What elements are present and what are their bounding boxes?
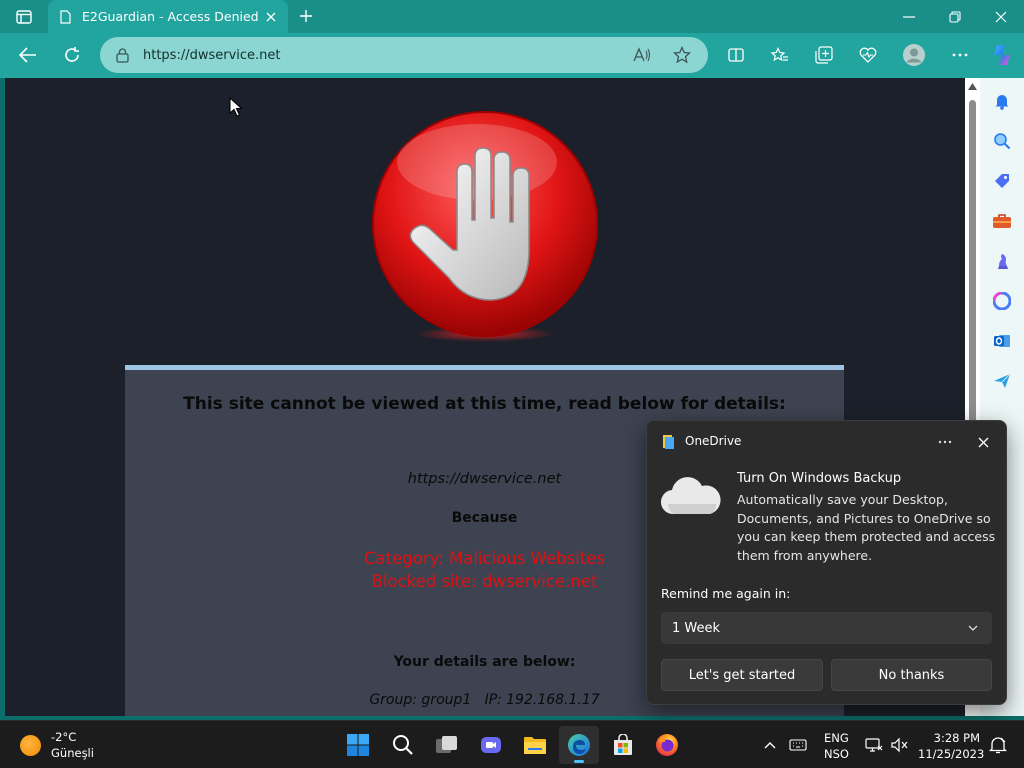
denied-heading: This site cannot be viewed at this time,… [183,394,786,414]
lock-icon[interactable] [116,47,129,63]
toast-close-icon[interactable] [971,431,995,453]
refresh-icon[interactable] [57,40,87,70]
clock-date: 11/25/2023 [918,747,985,761]
onedrive-notification: OneDrive Turn On Windows Backup Automati… [646,420,1007,705]
onedrive-app-icon [663,435,674,449]
weather-description[interactable]: Güneşli [51,746,94,760]
outlook-icon[interactable] [991,330,1013,352]
active-tab[interactable]: E2Guardian - Access Denied [48,0,288,33]
toast-more-icon[interactable] [933,431,957,453]
copilot-icon[interactable] [987,40,1017,70]
weather-temperature[interactable]: -2°C [51,730,76,744]
split-screen-icon[interactable] [721,40,751,70]
input-language[interactable]: ENG NSO [824,730,849,762]
scroll-up-icon[interactable] [968,83,977,90]
chevron-down-icon [968,625,978,631]
chat-meet-icon[interactable] [471,726,511,764]
new-tab-icon[interactable] [294,5,318,27]
toast-title: Turn On Windows Backup [737,471,902,486]
tools-briefcase-icon[interactable] [991,210,1013,232]
back-icon[interactable] [13,40,43,70]
address-bar[interactable]: https://dwservice.net [100,37,708,73]
shopping-tag-icon[interactable] [991,170,1013,192]
active-indicator [574,760,584,763]
notifications-bell-icon[interactable] [991,90,1013,112]
read-aloud-icon[interactable] [632,45,652,65]
language-code: ENG [824,731,849,745]
remind-select[interactable]: 1 Week [661,612,992,644]
favorites-icon[interactable] [765,40,795,70]
notification-center-icon[interactable] [986,731,1010,759]
toast-body: Automatically save your Desktop, Documen… [737,492,996,563]
toast-app-name: OneDrive [685,434,742,448]
mouse-cursor-icon [229,97,243,117]
settings-more-icon[interactable] [945,40,975,70]
stop-hand-icon [372,111,598,342]
send-plane-icon[interactable] [991,370,1013,392]
store-icon[interactable] [603,726,643,764]
taskbar: -2°C Güneşli ENG NSO 3:28 PM 11/25/2023 [0,720,1024,768]
sun-icon[interactable] [20,735,41,756]
edge-browser-icon[interactable] [559,726,599,764]
file-explorer-icon[interactable] [515,726,555,764]
profile-avatar-icon[interactable] [899,40,929,70]
taskbar-search-icon[interactable] [383,726,423,764]
firefox-icon[interactable] [647,726,687,764]
collections-icon[interactable] [809,40,839,70]
browser-toolbar: https://dwservice.net [0,33,1024,78]
search-icon[interactable] [991,130,1013,152]
no-thanks-button[interactable]: No thanks [831,659,992,691]
keyboard-layout: NSO [824,747,849,761]
tab-close-icon[interactable] [262,8,280,26]
page-icon [60,9,71,24]
cloud-icon [660,477,721,515]
remind-select-value: 1 Week [672,620,721,636]
network-icon[interactable] [862,731,886,759]
keyboard-icon[interactable] [786,731,810,759]
show-hidden-icons-chevron-up-icon[interactable] [758,731,782,759]
get-started-button[interactable]: Let's get started [661,659,823,691]
games-chess-icon[interactable] [991,250,1013,272]
system-clock[interactable]: 3:28 PM 11/25/2023 [918,730,985,762]
clock-time: 3:28 PM [933,731,980,745]
tab-title: E2Guardian - Access Denied [82,9,259,24]
volume-muted-icon[interactable] [888,731,912,759]
title-bar: E2Guardian - Access Denied [0,0,1024,33]
microsoft365-icon[interactable] [991,290,1013,312]
task-view-icon[interactable] [427,726,467,764]
browser-essentials-icon[interactable] [853,40,883,70]
start-windows-icon[interactable] [338,726,378,764]
minimize-icon[interactable] [886,0,932,33]
restore-icon[interactable] [932,0,978,33]
tab-actions-icon[interactable] [8,6,40,28]
favorite-star-icon[interactable] [672,45,692,65]
remind-label: Remind me again in: [661,586,791,601]
window-close-icon[interactable] [978,0,1024,33]
url-text[interactable]: https://dwservice.net [143,48,281,63]
